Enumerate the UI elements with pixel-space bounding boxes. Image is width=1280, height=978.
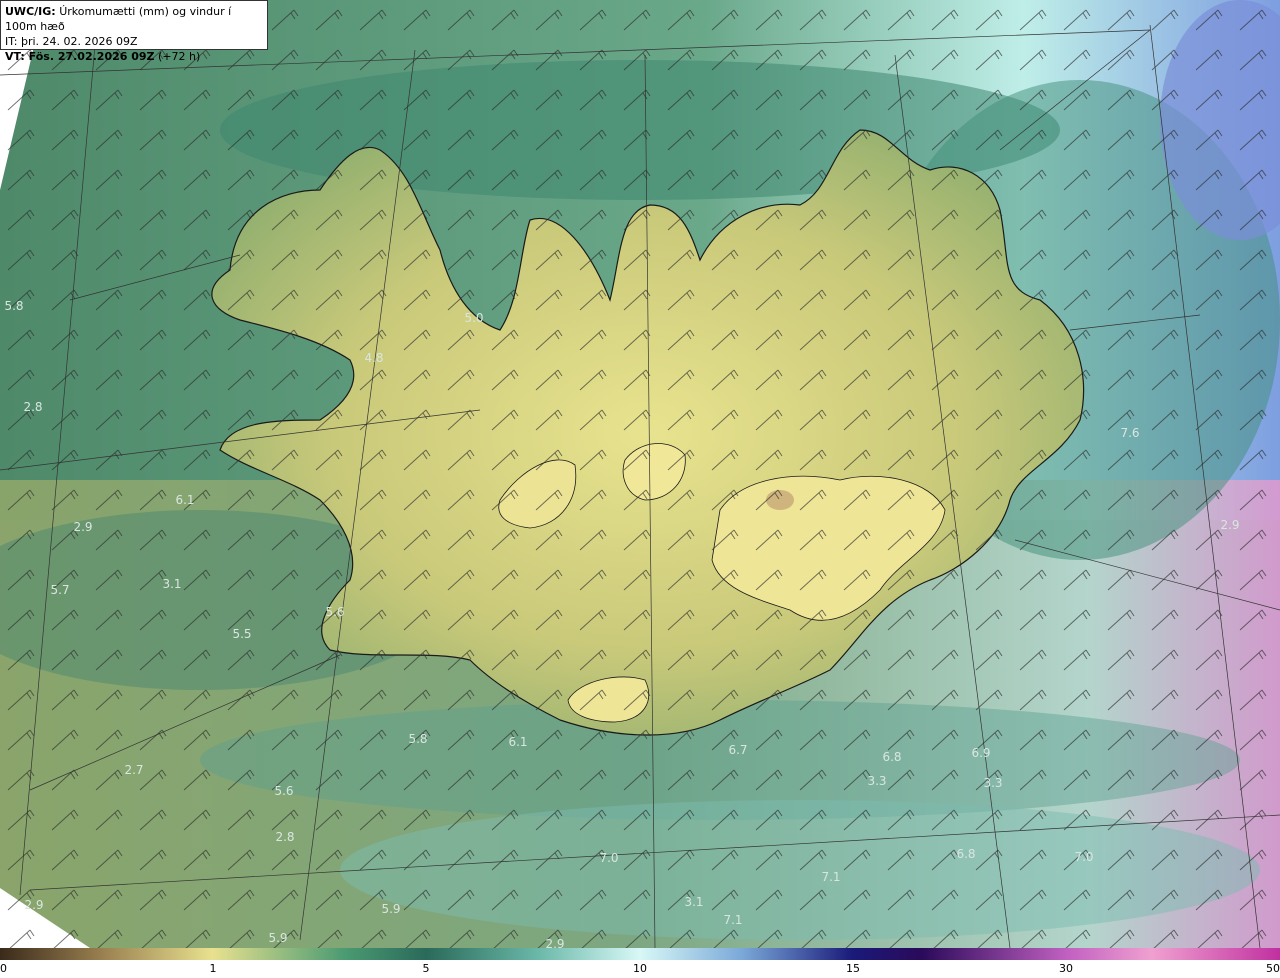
colorbar-gradient: [0, 948, 1280, 960]
precip-value-label: 6.7: [728, 743, 747, 757]
colorbar-tick-label: 1: [209, 962, 217, 975]
precip-value-label: 3.3: [867, 774, 886, 788]
precip-value-label: 7.0: [1074, 850, 1093, 864]
colorbar-tick-label: 5: [422, 962, 430, 975]
precip-value-label: 5.0: [464, 311, 483, 325]
precip-value-label: 3.1: [162, 577, 181, 591]
precip-value-label: 2.9: [73, 520, 92, 534]
precip-value-label: 7.1: [821, 870, 840, 884]
precip-value-label: 6.1: [508, 735, 527, 749]
colorbar-tick-label: 10: [633, 962, 647, 975]
precip-value-label: 2.9: [1220, 518, 1239, 532]
precip-value-label: 5.6: [325, 605, 344, 619]
wind-barbs: [0, 0, 1280, 948]
product-code: UWC/IG:: [5, 5, 56, 18]
precip-value-label: 5.9: [268, 931, 287, 945]
colorbar-tick-label: 50: [1266, 962, 1280, 975]
precip-value-label: 4.8: [364, 351, 383, 365]
precip-value-label: 6.1: [175, 493, 194, 507]
precip-value-label: 7.1: [723, 913, 742, 927]
lead-time: (+72 h): [158, 50, 201, 63]
precip-value-label: 2.9: [545, 937, 564, 948]
precip-value-label: 5.8: [408, 732, 427, 746]
precip-value-label: 7.0: [599, 851, 618, 865]
precip-value-label: 2.8: [23, 400, 42, 414]
precip-value-label: 3.3: [983, 776, 1002, 790]
title-line: UWC/IG: Úrkomumætti (mm) og vindur í 100…: [5, 4, 263, 34]
precip-value-label: 5.7: [50, 583, 69, 597]
precip-value-label: 6.8: [882, 750, 901, 764]
precip-value-label: 6.9: [971, 746, 990, 760]
colorbar-labels: 0 1 5 10 15 30 50: [0, 962, 1280, 978]
weather-map: 5.8 2.8 5.0 4.8 7.6 6.1 2.9 2.9 5.7 3.1 5.6 5.5 5.8 6…: [0, 0, 1280, 948]
colorbar-tick-label: 0: [0, 962, 7, 975]
precip-value-label: 3.1: [684, 895, 703, 909]
precip-value-label: 7.6: [1120, 426, 1139, 440]
precip-value-label: 5.8: [4, 299, 23, 313]
precip-value-label: 6.8: [956, 847, 975, 861]
colorbar: [0, 948, 1280, 960]
valid-time: VT: Fös. 27.02.2026 09Z: [5, 50, 155, 63]
colorbar-tick-label: 30: [1059, 962, 1073, 975]
precip-value-label: 5.5: [232, 627, 251, 641]
precip-value-label: 5.6: [274, 784, 293, 798]
colorbar-tick-label: 15: [846, 962, 860, 975]
title-box: UWC/IG: Úrkomumætti (mm) og vindur í 100…: [0, 0, 268, 63]
precip-value-label: 5.9: [381, 902, 400, 916]
precip-value-label: 2.7: [124, 763, 143, 777]
precip-value-label: 2.8: [275, 830, 294, 844]
precip-value-label: 2.9: [24, 898, 43, 912]
valid-time-line: VT: Fös. 27.02.2026 09Z (+72 h): [5, 49, 263, 64]
issue-time: IT: þri. 24. 02. 2026 09Z: [5, 35, 138, 48]
